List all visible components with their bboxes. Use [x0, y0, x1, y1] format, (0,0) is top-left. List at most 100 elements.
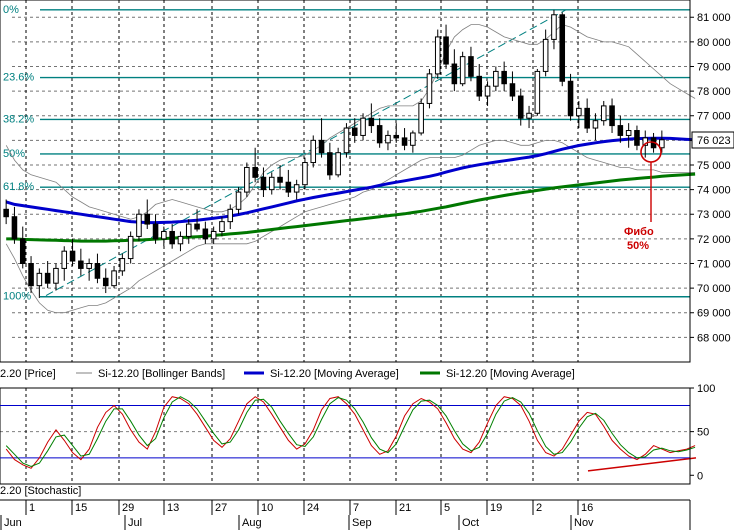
stochastic-axis: 0 50 100 — [689, 383, 715, 484]
date-axis: 1 15 29 13 27 10 24 7 21 5 19 2 16 Jun Jul Aug Sep Oct No… — [0, 499, 691, 530]
candle-body — [19, 238, 26, 264]
legend-price: 2.20 [Price] — [0, 368, 56, 380]
candle-body — [418, 102, 424, 134]
candle-body — [434, 36, 441, 75]
fibo-annotation-line1: Фибо — [624, 226, 654, 238]
candle-body — [567, 80, 574, 117]
price-tick-label: 71 000 — [697, 258, 731, 270]
price-tick-label: 69 000 — [697, 308, 731, 320]
candle-body — [28, 262, 34, 287]
candle-body — [534, 70, 541, 114]
price-tick-label: 73 000 — [697, 209, 731, 221]
candle-body — [127, 235, 134, 260]
stochastic-title: 2.20 [Stochastic] — [0, 485, 81, 497]
fibo-annotation-line2: 50% — [627, 240, 649, 252]
fibonacci-level-label: 61.8% — [3, 181, 34, 193]
candle-body — [468, 56, 474, 77]
candle-body — [111, 270, 117, 287]
candle-body — [185, 223, 192, 237]
candle-body — [443, 36, 449, 65]
price-tick-label: 78 000 — [697, 86, 731, 98]
stochastic-tick-label: 100 — [697, 383, 715, 395]
date-axis-day-label: 2 — [536, 502, 542, 514]
price-tick-label: 80 000 — [697, 37, 731, 49]
price-tick-label: 75 000 — [697, 160, 731, 172]
legend-bollinger: Si-12.20 [Bollinger Bands] — [98, 368, 225, 380]
price-tick-label: 77 000 — [697, 111, 731, 123]
price-tick-label: 70 000 — [697, 283, 731, 295]
price-pane: 0% 23.6% 38.2% 50% 61.8% 100% 68 000 69 000 70 … — [0, 0, 734, 363]
candle-body — [617, 125, 624, 136]
date-axis-day-label: 5 — [444, 502, 450, 514]
date-axis-day-label: 16 — [581, 502, 593, 514]
candle-body — [202, 228, 209, 240]
candle-body — [634, 130, 640, 146]
candle-body — [86, 262, 92, 269]
candle-body — [69, 250, 76, 262]
candle-body — [343, 127, 350, 154]
candle-body — [94, 262, 101, 279]
candle-body — [385, 134, 391, 144]
candle-body — [584, 107, 590, 129]
price-tick-label: 79 000 — [697, 61, 731, 73]
candle-body — [600, 105, 607, 122]
candle-body — [252, 166, 258, 178]
candle-body — [136, 213, 142, 237]
candle-body — [244, 166, 250, 193]
date-axis-month-label: Jun — [4, 517, 22, 529]
candle-body — [53, 267, 59, 284]
candle-body — [235, 191, 242, 210]
date-axis-day-label: 21 — [399, 502, 411, 514]
candle-body — [152, 223, 159, 240]
fibonacci-level-label: 0% — [3, 4, 19, 16]
chart-canvas: 0% 23.6% 38.2% 50% 61.8% 100% 68 000 69 000 70 … — [0, 0, 734, 530]
stochastic-tick-label: 0 — [697, 470, 703, 482]
price-tick-label: 81 000 — [697, 12, 731, 24]
date-axis-day-label: 19 — [490, 502, 502, 514]
candle-body — [36, 272, 43, 287]
candle-body — [493, 70, 499, 87]
date-axis-month-label: Oct — [462, 517, 479, 529]
candle-body — [177, 235, 184, 245]
date-axis-month-label: Jul — [128, 517, 142, 529]
candle-body — [119, 258, 126, 272]
date-axis-day-label: 7 — [353, 502, 359, 514]
candle-body — [551, 14, 557, 40]
price-tick-label: 72 000 — [697, 234, 731, 246]
date-axis-day-label: 27 — [215, 502, 227, 514]
candle-body — [501, 70, 507, 85]
candle-body — [327, 152, 333, 176]
candle-body — [169, 230, 175, 245]
candle-body — [285, 181, 292, 193]
date-axis-day-label: 1 — [29, 502, 35, 514]
candle-body — [318, 139, 325, 154]
candle-body — [592, 120, 599, 129]
candle-body — [426, 73, 433, 104]
date-axis-day-labels: 1 15 29 13 27 10 24 7 21 5 19 2 16 — [25, 500, 593, 515]
candle-body — [576, 107, 582, 117]
candle-body — [11, 216, 18, 240]
date-axis-day-label: 13 — [167, 502, 179, 514]
candle-body — [368, 117, 375, 127]
candle-body — [509, 83, 516, 97]
last-price-tag: 76 023 — [691, 131, 734, 149]
candle-body — [410, 132, 416, 146]
price-legend: 2.20 [Price] Si-12.20 [Bollinger Bands] … — [0, 368, 575, 380]
candle-body — [3, 208, 9, 218]
fibonacci-level-label: 50% — [3, 148, 25, 160]
candle-body — [517, 95, 524, 119]
date-axis-month-label: Sep — [352, 517, 372, 529]
candle-body — [484, 85, 491, 97]
candle-body — [61, 250, 68, 269]
candle-body — [376, 125, 383, 144]
date-axis-month-labels: Jun Jul Aug Sep Oct Nov — [0, 515, 594, 530]
candle-body — [260, 176, 267, 191]
candle-body — [102, 277, 109, 287]
candle-body — [559, 14, 566, 82]
candle-body — [335, 152, 341, 176]
price-tick-label: 74 000 — [697, 185, 731, 197]
candle-body — [227, 208, 234, 223]
fibonacci-level-label: 23.6% — [3, 72, 34, 84]
candle-body — [144, 213, 151, 225]
legend-ma-green: Si-12.20 [Moving Average] — [446, 368, 575, 380]
